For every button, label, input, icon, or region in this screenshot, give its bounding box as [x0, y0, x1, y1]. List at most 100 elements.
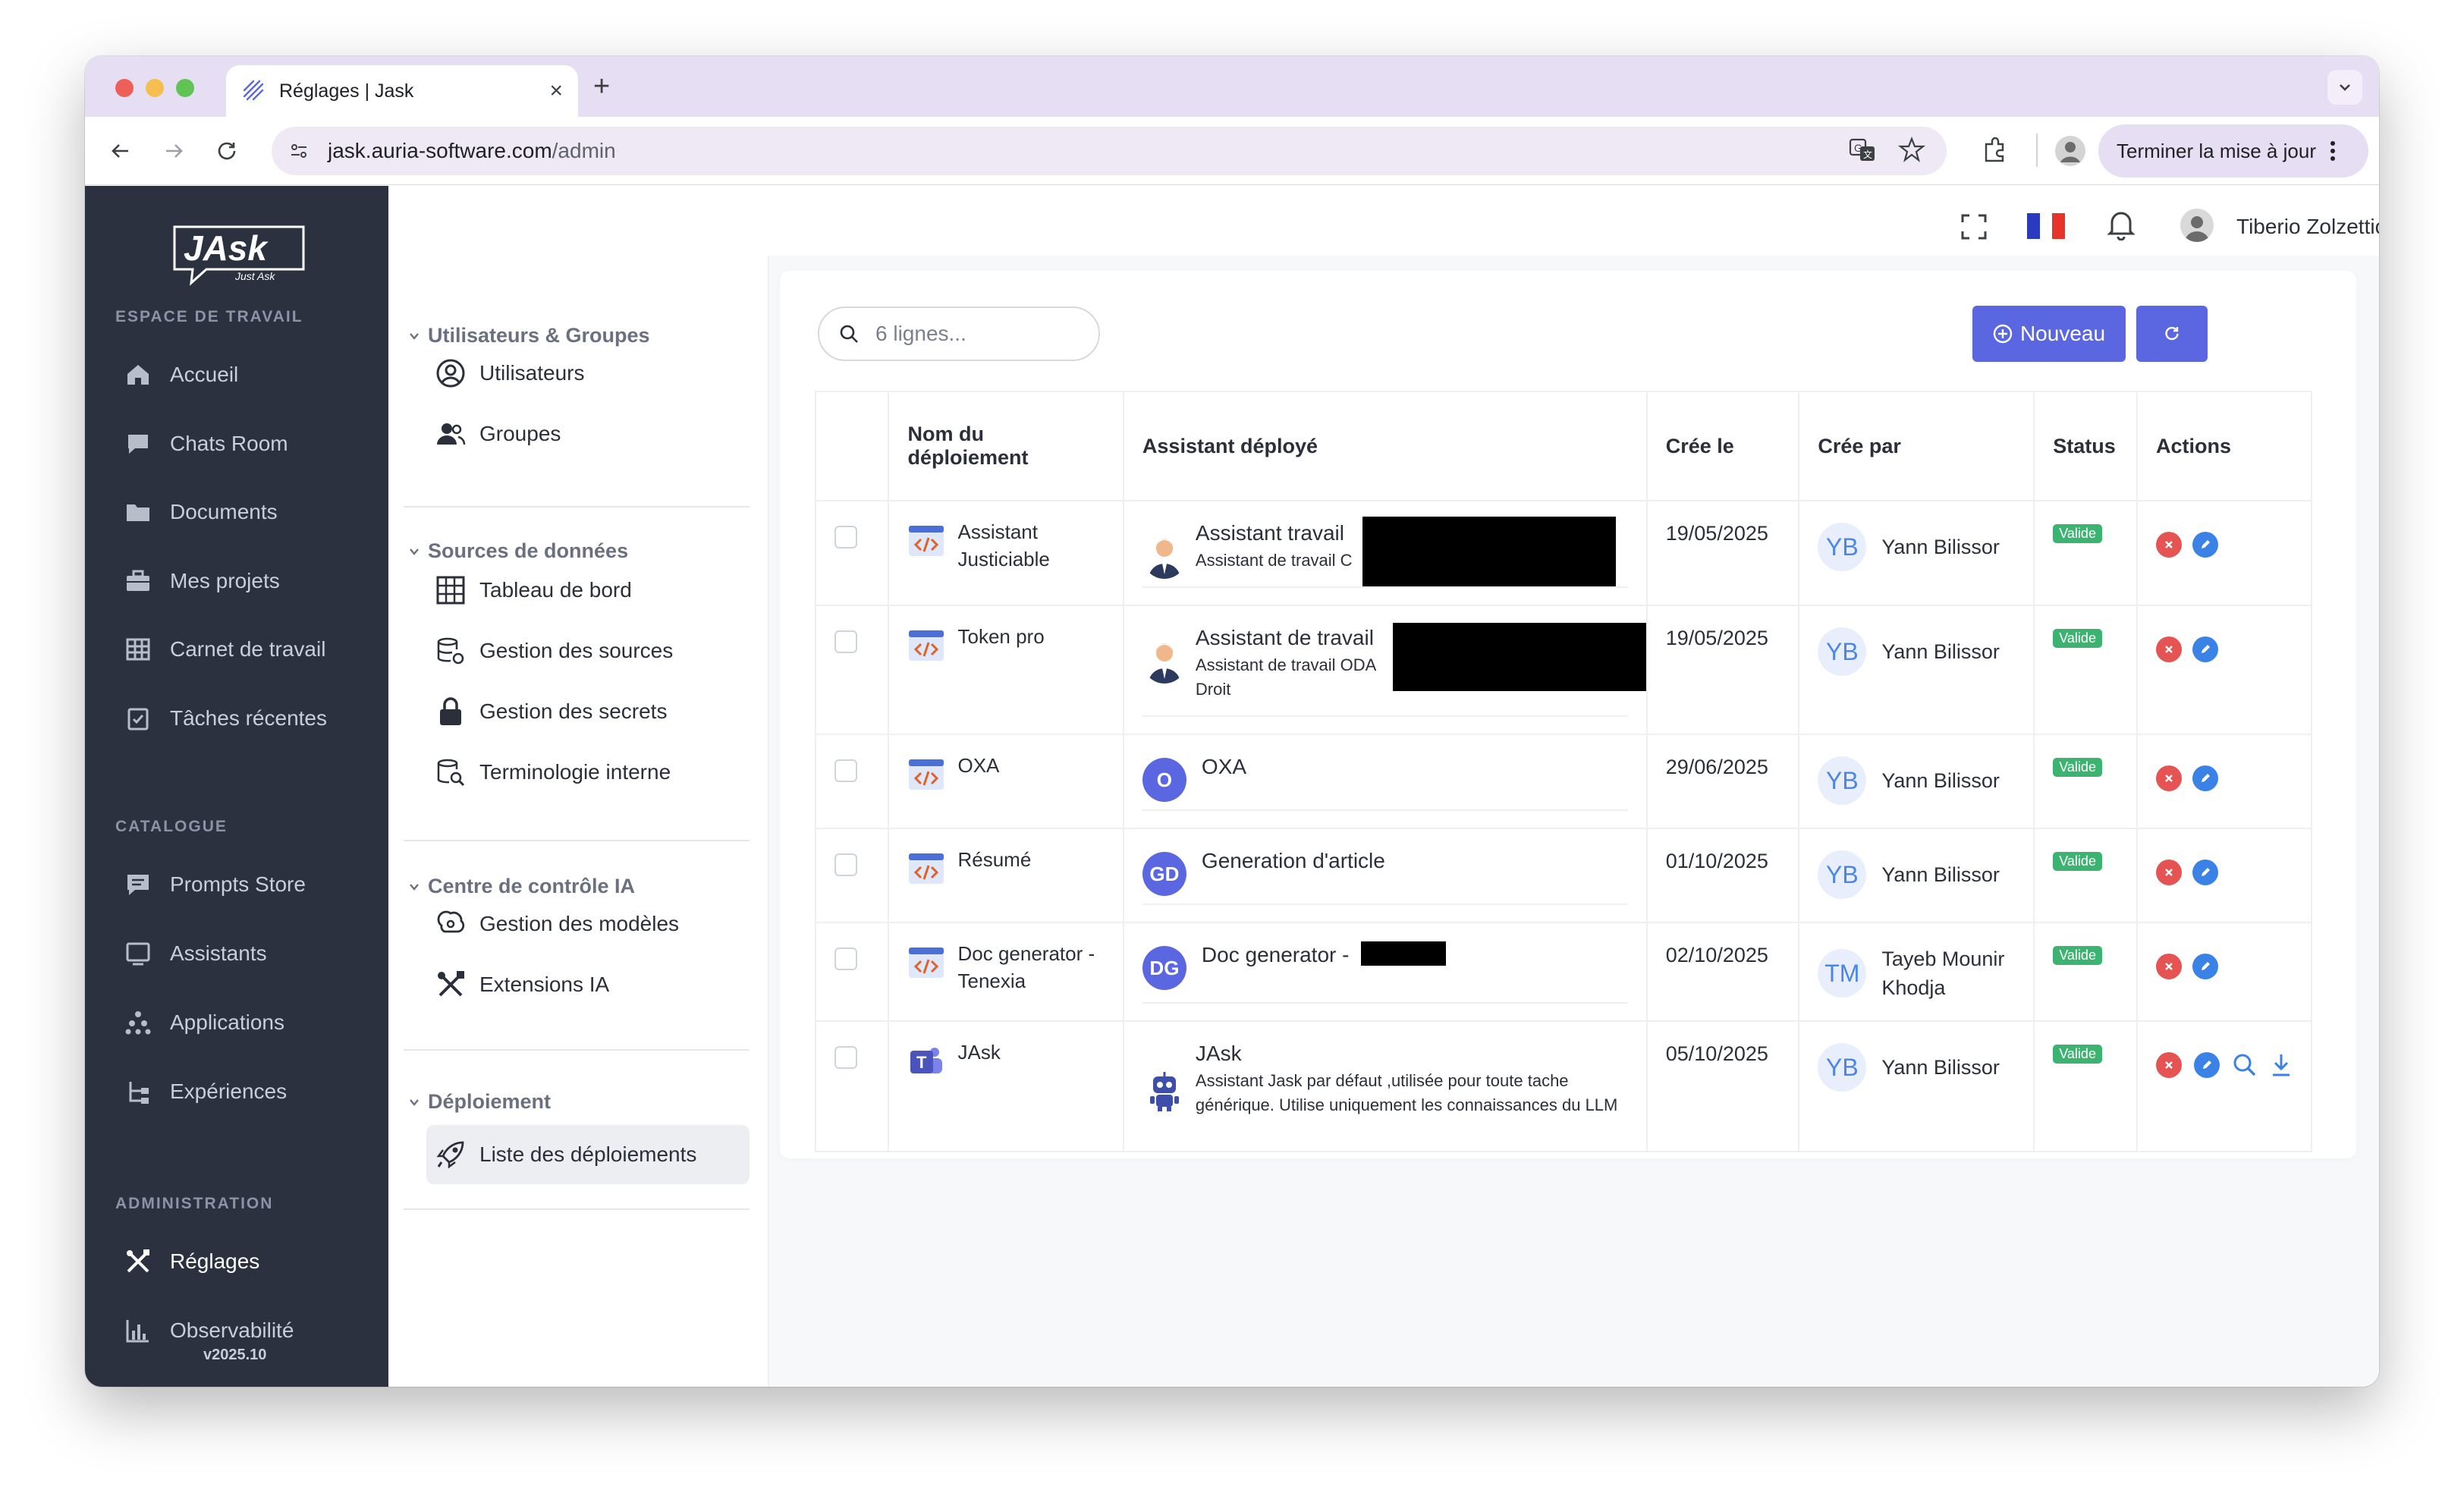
status-badge: Valide	[2053, 629, 2102, 648]
delete-icon[interactable]	[2155, 1052, 2182, 1078]
svg-text:T: T	[916, 1053, 927, 1072]
tab-search-button[interactable]	[2327, 70, 2362, 105]
sidebar-item-documents[interactable]: Documents	[123, 493, 278, 531]
refresh-button[interactable]	[2136, 306, 2208, 362]
nav-item-source-management[interactable]: Gestion des sources	[434, 632, 673, 670]
sidebar-item-observability[interactable]: Observabilité	[123, 1312, 294, 1350]
tree-icon	[123, 1076, 153, 1107]
status-badge: Valide	[2053, 524, 2102, 543]
table-row: T JAsk JAsk Assistant Jask par défaut ,u…	[814, 1020, 2313, 1152]
delete-icon[interactable]	[2155, 636, 2182, 662]
minimize-window-button[interactable]	[146, 79, 164, 97]
home-icon	[123, 360, 153, 390]
edit-icon[interactable]	[2192, 859, 2218, 885]
edit-icon[interactable]	[2193, 1052, 2220, 1078]
browser-tab-bar: Réglages | Jask × +	[85, 56, 2379, 117]
new-tab-button[interactable]: +	[593, 70, 610, 103]
bookmark-star-icon[interactable]	[1898, 136, 1925, 163]
delete-icon[interactable]	[2155, 954, 2182, 979]
row-checkbox[interactable]	[834, 759, 857, 782]
sidebar-item-home[interactable]: Accueil	[123, 356, 238, 394]
nav-item-internal-terminology[interactable]: Terminologie interne	[434, 753, 671, 791]
user-avatar[interactable]	[2180, 209, 2214, 242]
creator-name: Yann Bilissor	[1881, 1056, 2000, 1079]
column-header-created-by[interactable]: Crée par	[1798, 391, 2035, 501]
creator-avatar: YB	[1818, 627, 1867, 676]
edit-icon[interactable]	[2192, 765, 2218, 791]
table-row: Assistant Justiciable Assistant travail …	[814, 500, 2313, 606]
table-grid-icon	[434, 574, 467, 607]
nav-group-deployment[interactable]: Déploiement	[408, 1090, 551, 1114]
download-icon[interactable]	[2270, 1052, 2293, 1078]
creator-name: Tayeb Mounir Khodja	[1881, 947, 2005, 999]
sidebar-item-workbook[interactable]: Carnet de travail	[123, 630, 325, 668]
nav-item-groups[interactable]: Groupes	[434, 415, 561, 453]
column-header-assistant[interactable]: Assistant déployé	[1122, 391, 1648, 501]
edit-icon[interactable]	[2192, 636, 2218, 662]
status-badge: Valide	[2053, 1045, 2102, 1064]
site-settings-icon[interactable]	[288, 140, 310, 162]
sidebar-item-chats-room[interactable]: Chats Room	[123, 425, 288, 463]
search-input[interactable]	[875, 322, 1073, 346]
back-button[interactable]	[105, 135, 137, 167]
sidebar-item-label: Chats Room	[170, 432, 288, 455]
assistant-description: Assistant Jask par défaut ,utilisée pour…	[1195, 1071, 1618, 1114]
sidebar-item-experiences[interactable]: Expériences	[123, 1073, 287, 1111]
user-menu[interactable]: Tiberio Zolzettich	[2236, 215, 2379, 239]
search-box[interactable]	[818, 306, 1100, 361]
address-bar[interactable]: jask.auria-software.com/admin G文	[272, 127, 1947, 175]
sidebar-item-assistants[interactable]: Assistants	[123, 935, 267, 973]
deployment-name: Résumé	[957, 848, 1032, 871]
row-checkbox[interactable]	[834, 1046, 857, 1069]
nav-group-data-sources[interactable]: Sources de données	[408, 539, 628, 563]
row-checkbox[interactable]	[834, 947, 857, 970]
nav-item-dashboard[interactable]: Tableau de bord	[434, 571, 632, 609]
sidebar-item-applications[interactable]: Applications	[123, 1004, 284, 1042]
search-icon[interactable]	[2232, 1052, 2258, 1078]
tab-close-icon[interactable]: ×	[549, 80, 563, 102]
reload-button[interactable]	[211, 135, 243, 167]
sidebar-item-settings[interactable]: Réglages	[123, 1243, 259, 1281]
delete-icon[interactable]	[2155, 859, 2182, 885]
maximize-window-button[interactable]	[176, 79, 194, 97]
task-icon	[123, 703, 153, 734]
sidebar-item-prompts-store[interactable]: Prompts Store	[123, 866, 306, 903]
nav-item-ai-extensions[interactable]: Extensions IA	[434, 966, 609, 1004]
fullscreen-icon[interactable]	[1960, 213, 1988, 240]
column-header-status[interactable]: Status	[2033, 391, 2138, 501]
row-checkbox[interactable]	[834, 853, 857, 876]
column-header-name[interactable]: Nom du déploiement	[888, 391, 1124, 501]
row-checkbox[interactable]	[834, 526, 857, 548]
notification-bell-icon[interactable]	[2106, 209, 2136, 240]
nav-item-users[interactable]: Utilisateurs	[434, 354, 584, 392]
assistant-title: JAsk	[1195, 1042, 1242, 1065]
nav-item-secret-management[interactable]: Gestion des secrets	[434, 693, 667, 731]
edit-icon[interactable]	[2192, 954, 2218, 979]
close-window-button[interactable]	[115, 79, 134, 97]
row-checkbox[interactable]	[834, 630, 857, 653]
delete-icon[interactable]	[2155, 532, 2182, 558]
nav-group-ai-control-center[interactable]: Centre de contrôle IA	[408, 875, 635, 898]
creator-name: Yann Bilissor	[1881, 769, 2000, 792]
forward-button[interactable]	[158, 135, 190, 167]
sidebar-item-recent-tasks[interactable]: Tâches récentes	[123, 699, 327, 737]
nav-item-deployment-list[interactable]: Liste des déploiements	[426, 1125, 750, 1184]
extensions-puzzle-icon[interactable]	[1980, 135, 2010, 165]
code-window-icon	[909, 853, 944, 884]
translate-icon[interactable]: G文	[1848, 136, 1877, 165]
profile-avatar-icon[interactable]	[2054, 135, 2086, 167]
assistant-title: Assistant travail	[1195, 521, 1344, 545]
finish-update-button[interactable]: Terminer la mise à jour	[2098, 124, 2368, 178]
edit-icon[interactable]	[2192, 532, 2218, 558]
nav-group-users-groups[interactable]: Utilisateurs & Groupes	[408, 324, 650, 347]
browser-tab-active[interactable]: Réglages | Jask ×	[226, 65, 578, 117]
sidebar-item-projects[interactable]: Mes projets	[123, 562, 280, 600]
status-badge: Valide	[2053, 852, 2102, 871]
french-flag-icon[interactable]	[2027, 213, 2065, 239]
new-deployment-button[interactable]: Nouveau	[1972, 306, 2126, 362]
nav-item-model-management[interactable]: Gestion des modèles	[434, 905, 679, 943]
nav-group-title: Déploiement	[428, 1090, 552, 1113]
column-header-created-on[interactable]: Crée le	[1645, 391, 1800, 501]
delete-icon[interactable]	[2155, 765, 2182, 791]
jask-logo[interactable]: JAsk Just Ask	[161, 222, 310, 286]
